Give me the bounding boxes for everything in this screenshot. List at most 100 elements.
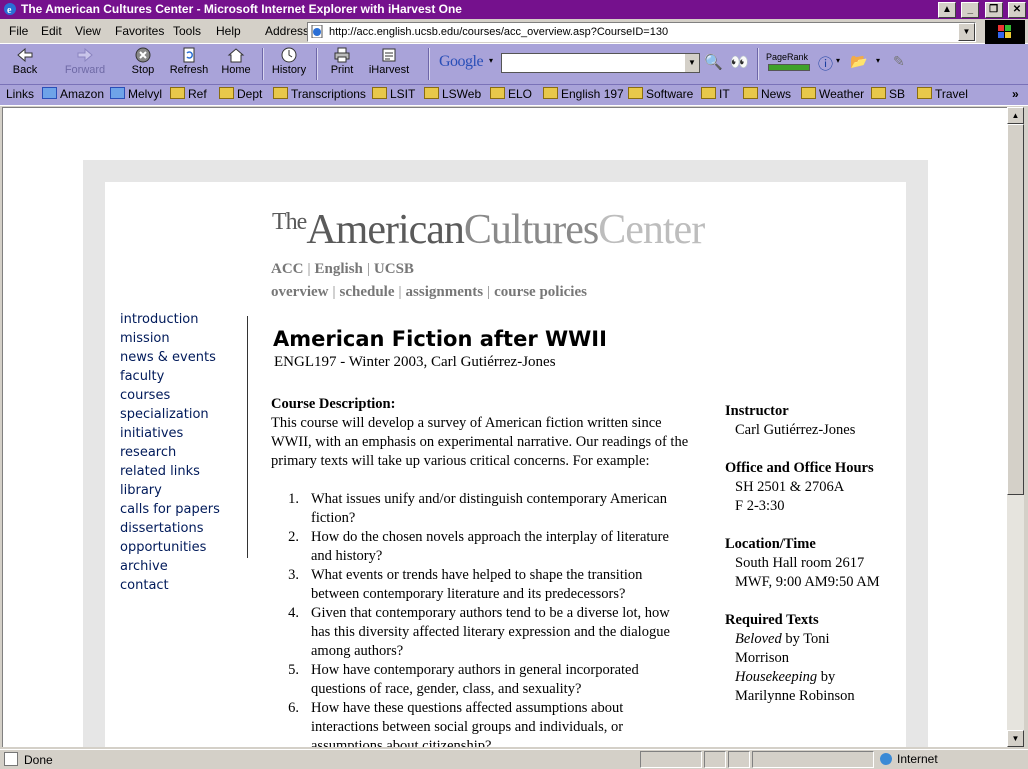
page-icon [311,25,323,38]
status-panel [704,751,726,768]
window-titlebar: e The American Cultures Center - Microso… [0,0,1028,19]
window-title: The American Cultures Center - Microsoft… [21,2,462,16]
menu-help[interactable]: Help [216,24,241,38]
restore-up-button[interactable]: ▲ [937,2,956,18]
status-panel [640,751,702,768]
menu-edit[interactable]: Edit [41,24,62,38]
maximize-button[interactable]: ❐ [984,2,1003,18]
link-lsweb[interactable]: LSWeb [424,87,481,101]
address-url[interactable]: http://acc.english.ucsb.edu/courses/acc_… [329,23,668,41]
folder-icon [801,87,816,99]
content-panel [105,182,906,748]
folder-icon [917,87,932,99]
address-bar[interactable]: http://acc.english.ucsb.edu/courses/acc_… [307,22,976,42]
status-panel [728,751,750,768]
google-menu-icon[interactable]: ▾ [489,56,493,65]
iharvest-button[interactable]: iHarvest [366,46,412,82]
zone-label: Internet [897,752,938,766]
history-button[interactable]: History [270,46,308,82]
pencil-icon[interactable]: ✎ [893,53,905,70]
status-panel [752,751,874,768]
folder-dropdown-icon[interactable]: ▾ [876,56,880,65]
link-label: ELO [508,87,533,101]
status-bar: Done Internet [0,749,1028,769]
scroll-up-arrow-icon[interactable]: ▲ [1007,107,1024,124]
stop-label: Stop [131,64,155,76]
links-overflow-chevron-icon[interactable]: » [1012,87,1019,101]
link-label: LSWeb [442,87,482,101]
link-software[interactable]: Software [628,87,693,101]
google-logo[interactable]: Google [439,53,484,71]
toolbar-separator [262,48,264,80]
address-dropdown-icon[interactable]: ▼ [958,23,975,41]
print-label: Print [330,64,354,76]
home-button[interactable]: Home [218,46,254,82]
link-label: Amazon [60,87,105,101]
google-highlight-icon[interactable]: 👀 [730,53,749,71]
pagerank-label: PageRank [766,52,809,62]
back-button[interactable]: Back [6,46,44,82]
folder-icon [424,87,439,99]
link-label: LSIT [390,87,416,101]
scroll-thumb[interactable] [1007,124,1024,495]
history-label: History [271,64,307,76]
windows-logo-icon [985,20,1025,44]
svg-text:e: e [7,5,12,16]
minimize-button[interactable]: _ [961,2,980,18]
google-search-input[interactable]: ▼ [501,53,700,73]
link-sb[interactable]: SB [871,87,905,101]
links-label: Links [6,87,35,101]
stop-button[interactable]: Stop [128,46,158,82]
link-label: Ref [188,87,207,101]
google-search-dropdown-icon[interactable]: ▼ [685,54,699,72]
refresh-icon [183,47,195,63]
folder-icon [372,87,387,99]
link-ref[interactable]: Ref [170,87,207,101]
link-travel[interactable]: Travel [917,87,968,101]
menu-view[interactable]: View [75,24,101,38]
link-transcriptions[interactable]: Transcriptions [273,87,366,101]
iharvest-icon [382,48,396,62]
stop-icon [135,47,151,63]
info-icon[interactable]: ⓘ [818,53,833,74]
forward-label: Forward [64,64,106,76]
folder-icon [490,87,505,99]
link-label: Software [646,87,694,101]
print-button[interactable]: Print [328,46,356,82]
iharvest-label: iHarvest [368,64,410,76]
security-zone: Internet [880,752,938,766]
page-viewport [2,107,1007,748]
refresh-button[interactable]: Refresh [168,46,210,82]
link-label: News [761,87,792,101]
menu-tools[interactable]: Tools [173,24,201,38]
folder-icon [871,87,886,99]
folder-icon [273,87,288,99]
google-search-icon[interactable]: 🔍 [704,53,723,71]
back-label: Back [12,64,38,76]
close-button[interactable]: ✕ [1008,2,1026,18]
link-melvyl[interactable]: Melvyl [110,87,162,101]
menu-favorites[interactable]: Favorites [115,24,164,38]
folder-icon [543,87,558,99]
forward-button[interactable]: Forward [62,46,108,82]
link-news[interactable]: News [743,87,791,101]
pagerank-bar [768,64,810,71]
link-it[interactable]: IT [701,87,730,101]
link-label: Weather [819,87,865,101]
link-english-197[interactable]: English 197 [543,87,624,101]
link-weather[interactable]: Weather [801,87,864,101]
link-elo[interactable]: ELO [490,87,532,101]
scroll-down-arrow-icon[interactable]: ▼ [1007,730,1024,747]
folder-up-icon[interactable]: 📂 [850,53,867,70]
print-icon [334,47,350,63]
link-dept[interactable]: Dept [219,87,262,101]
link-amazon[interactable]: Amazon [42,87,104,101]
link-label: Melvyl [128,87,163,101]
toolbar-separator [428,48,430,80]
link-lsit[interactable]: LSIT [372,87,415,101]
link-label: Travel [935,87,968,101]
vertical-scrollbar[interactable]: ▲ ▼ [1007,107,1024,747]
refresh-label: Refresh [169,64,209,76]
menu-file[interactable]: File [9,24,28,38]
info-dropdown-icon[interactable]: ▾ [836,56,840,65]
